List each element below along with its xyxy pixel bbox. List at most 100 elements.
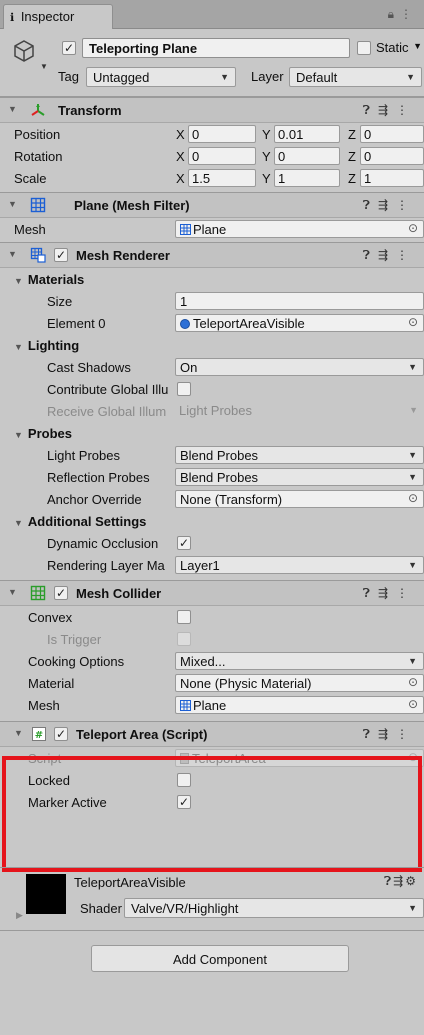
layer-dropdown[interactable]: Default ▼ — [289, 67, 422, 87]
rotation-x-axis[interactable]: X — [176, 149, 185, 164]
scale-y-field[interactable]: 1 — [274, 169, 340, 187]
more-icon[interactable]: ⋮ — [396, 727, 416, 741]
shader-dropdown[interactable]: Valve/VR/Highlight ▼ — [124, 898, 424, 918]
light-probes-dropdown[interactable]: Blend Probes ▼ — [175, 446, 424, 464]
position-x-axis[interactable]: X — [176, 127, 185, 142]
fold-arrow-icon[interactable]: ▼ — [8, 104, 17, 114]
transform-header[interactable]: ▼ Transform ❓︎⇶⋮ — [0, 97, 424, 123]
contribute-gi-checkbox[interactable] — [177, 382, 191, 396]
collider-material-field[interactable]: None (Physic Material) ⊙ — [175, 674, 424, 692]
collider-mesh-field[interactable]: Plane ⊙ — [175, 696, 424, 714]
material-icon — [180, 319, 190, 329]
lighting-foldout[interactable]: ▼ Lighting — [0, 334, 424, 356]
object-picker-icon[interactable]: ⊙ — [408, 221, 418, 235]
probes-foldout[interactable]: ▼ Probes — [0, 422, 424, 444]
scale-z-axis[interactable]: Z — [348, 171, 356, 186]
gameobject-name-field[interactable]: Teleporting Plane — [82, 38, 350, 58]
collider-material-row: Material None (Physic Material) ⊙ — [0, 672, 424, 694]
help-icon[interactable]: ❓︎ — [363, 727, 378, 741]
static-checkbox[interactable] — [357, 41, 371, 55]
more-icon[interactable]: ⋮ — [396, 198, 416, 212]
mesh-filter-title: Plane (Mesh Filter) — [74, 198, 190, 213]
lock-icon[interactable]: 🔒︎ — [388, 7, 400, 21]
object-picker-icon[interactable]: ⊙ — [408, 697, 418, 711]
locked-checkbox[interactable] — [177, 773, 191, 787]
rotation-z-axis[interactable]: Z — [348, 149, 356, 164]
add-component-button[interactable]: Add Component — [91, 945, 349, 972]
cooking-options-dropdown[interactable]: Mixed... ▼ — [175, 652, 424, 670]
fold-arrow-icon[interactable]: ▼ — [14, 728, 23, 738]
preset-icon[interactable]: ⇶ — [378, 727, 396, 741]
rotation-z-field[interactable]: 0 — [360, 147, 424, 165]
mesh-collider-icon — [30, 585, 46, 601]
static-dropdown-arrow-icon[interactable]: ▼ — [413, 41, 422, 51]
position-z-field[interactable]: 0 — [360, 125, 424, 143]
scale-z-field[interactable]: 1 — [360, 169, 424, 187]
script-label: Script — [28, 751, 62, 766]
scale-x-axis[interactable]: X — [176, 171, 185, 186]
preset-icon[interactable]: ⇶ — [378, 248, 396, 262]
object-picker-icon[interactable]: ⊙ — [408, 675, 418, 689]
rotation-x-field[interactable]: 0 — [188, 147, 256, 165]
convex-checkbox[interactable] — [177, 610, 191, 624]
help-icon[interactable]: ❓︎ — [384, 874, 393, 888]
marker-active-checkbox[interactable]: ✓ — [177, 795, 191, 809]
rotation-y-field[interactable]: 0 — [274, 147, 340, 165]
preset-icon[interactable]: ⇶ — [378, 198, 396, 212]
additional-settings-foldout[interactable]: ▼ Additional Settings — [0, 510, 424, 532]
scale-y-axis[interactable]: Y — [262, 171, 271, 186]
preset-icon[interactable]: ⇶ — [378, 586, 396, 600]
more-icon[interactable]: ⋮ — [400, 7, 418, 21]
more-icon[interactable]: ⋮ — [396, 586, 416, 600]
mesh-collider-header[interactable]: ▼ ✓ Mesh Collider ❓︎⇶⋮ — [0, 580, 424, 606]
preset-icon[interactable]: ⇶ — [393, 874, 405, 888]
object-picker-icon[interactable]: ⊙ — [408, 315, 418, 329]
position-x-field[interactable]: 0 — [188, 125, 256, 143]
element0-object-field[interactable]: TeleportAreaVisible ⊙ — [175, 314, 424, 332]
fold-arrow-icon[interactable]: ▼ — [8, 587, 17, 597]
material-fold-arrow-icon[interactable]: ▶ — [16, 910, 23, 921]
mesh-renderer-header[interactable]: ▼ ✓ Mesh Renderer ❓︎⇶⋮ — [0, 242, 424, 268]
teleport-area-enabled-checkbox[interactable]: ✓ — [54, 727, 68, 741]
mesh-label: Mesh — [14, 222, 46, 237]
more-icon[interactable]: ⋮ — [396, 248, 416, 262]
help-icon[interactable]: ❓︎ — [363, 103, 378, 117]
collider-mesh-label: Mesh — [28, 698, 60, 713]
fold-arrow-icon[interactable]: ▼ — [8, 249, 17, 259]
light-probes-value: Blend Probes — [180, 448, 259, 463]
mesh-object-field[interactable]: Plane ⊙ — [175, 220, 424, 238]
rotation-y-axis[interactable]: Y — [262, 149, 271, 164]
cube-icon[interactable] — [12, 39, 36, 63]
mesh-filter-header[interactable]: ▼ Plane (Mesh Filter) ❓︎⇶⋮ — [0, 192, 424, 218]
fold-arrow-icon[interactable]: ▼ — [8, 199, 17, 209]
help-icon[interactable]: ❓︎ — [363, 586, 378, 600]
materials-size-field[interactable]: 1 — [175, 292, 424, 310]
cast-shadows-dropdown[interactable]: On ▼ — [175, 358, 424, 376]
reflection-probes-dropdown[interactable]: Blend Probes ▼ — [175, 468, 424, 486]
anchor-override-field[interactable]: None (Transform) ⊙ — [175, 490, 424, 508]
tab-inspector-label: Inspector — [20, 9, 75, 24]
materials-foldout[interactable]: ▼ Materials — [0, 268, 424, 290]
mesh-collider-enabled-checkbox[interactable]: ✓ — [54, 586, 68, 600]
rendering-layer-dropdown[interactable]: Layer1 ▼ — [175, 556, 424, 574]
icon-dropdown-caret-icon[interactable]: ▼ — [40, 62, 48, 71]
object-picker-icon[interactable]: ⊙ — [408, 491, 418, 505]
settings-icon[interactable]: ⚙︎ — [405, 874, 418, 888]
preset-icon[interactable]: ⇶ — [378, 103, 396, 117]
help-icon[interactable]: ❓︎ — [363, 198, 378, 212]
gameobject-active-checkbox[interactable]: ✓ — [62, 41, 76, 55]
tag-dropdown[interactable]: Untagged ▼ — [86, 67, 236, 87]
dynamic-occlusion-checkbox[interactable]: ✓ — [177, 536, 191, 550]
dropdown-arrow-icon: ▼ — [408, 450, 417, 460]
teleport-area-header[interactable]: ▼ # ✓ Teleport Area (Script) ❓︎⇶⋮ — [0, 721, 424, 747]
tab-inspector[interactable]: ℹ︎ Inspector — [3, 4, 113, 29]
layer-label: Layer — [251, 69, 284, 84]
more-icon[interactable]: ⋮ — [396, 103, 416, 117]
mesh-renderer-enabled-checkbox[interactable]: ✓ — [54, 248, 68, 262]
position-y-axis[interactable]: Y — [262, 127, 271, 142]
position-z-axis[interactable]: Z — [348, 127, 356, 142]
position-y-field[interactable]: 0.01 — [274, 125, 340, 143]
scale-x-field[interactable]: 1.5 — [188, 169, 256, 187]
transform-title: Transform — [58, 103, 122, 118]
help-icon[interactable]: ❓︎ — [363, 248, 378, 262]
